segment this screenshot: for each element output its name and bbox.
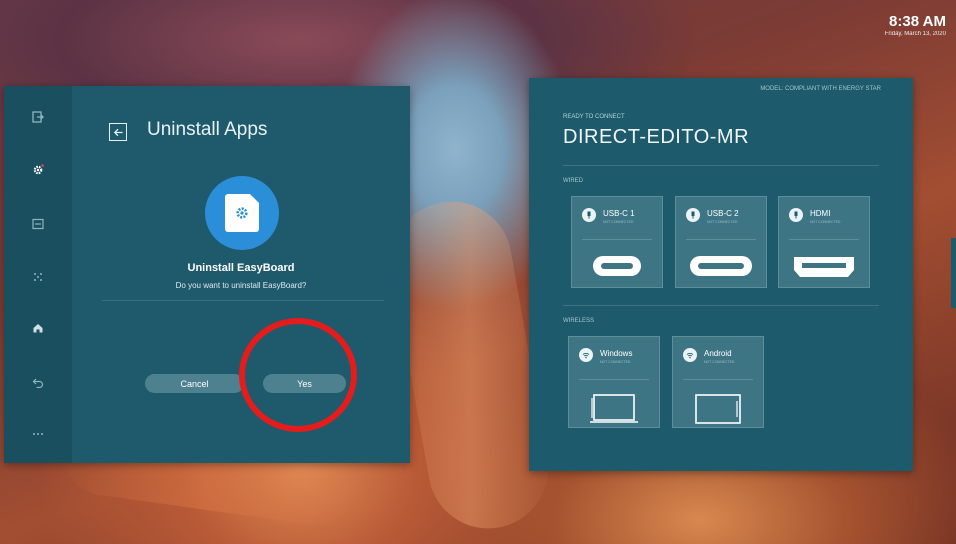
more-icon[interactable] [24, 420, 52, 448]
network-icon[interactable] [24, 263, 52, 291]
tablet-icon [695, 394, 741, 424]
card-name: USB-C 1 [603, 209, 635, 218]
clock-date: Friday, March 13, 2020 [884, 31, 946, 37]
dialog-message: Do you want to uninstall EasyBoard? [175, 281, 307, 290]
hdmi-port-icon [794, 257, 854, 277]
usb-icon [582, 208, 596, 222]
divider [563, 305, 879, 306]
settings-rail [4, 86, 72, 463]
divider [102, 300, 384, 301]
card-name: Android [704, 349, 732, 358]
gear-icon [236, 207, 248, 219]
hdmi-icon [789, 208, 803, 222]
card-status: NOT CONNECTED [810, 220, 841, 224]
back-button[interactable] [109, 123, 127, 141]
return-icon[interactable] [24, 368, 52, 396]
source-card-windows[interactable]: Windows NOT CONNECTED [568, 336, 660, 428]
document-icon [225, 194, 259, 232]
card-divider [579, 379, 649, 380]
wifi-icon [683, 348, 697, 362]
card-name: HDMI [810, 209, 831, 218]
highlight-circle [239, 318, 357, 432]
page-title: Uninstall Apps [147, 119, 268, 140]
side-panel-tab[interactable] [951, 238, 956, 308]
cancel-button[interactable]: Cancel [145, 374, 244, 393]
source-card-usbc1[interactable]: USB-C 1 NOT CONNECTED [571, 196, 663, 288]
exit-icon[interactable] [24, 103, 52, 131]
card-name: USB-C 2 [707, 209, 739, 218]
card-divider [686, 239, 756, 240]
connect-panel: MODEL: COMPLIANT WITH ENERGY STAR READY … [529, 78, 913, 471]
usb-c-port-icon [690, 256, 752, 276]
wireless-label: WIRELESS [563, 318, 595, 324]
wired-label: WIRED [563, 178, 583, 184]
card-status: NOT CONNECTED [600, 360, 631, 364]
card-divider [582, 239, 652, 240]
source-card-hdmi[interactable]: HDMI NOT CONNECTED [778, 196, 870, 288]
settings-icon[interactable] [24, 156, 52, 184]
card-status: NOT CONNECTED [603, 220, 634, 224]
usb-c-port-icon [593, 256, 641, 276]
ready-label: READY TO CONNECT [563, 114, 625, 120]
home-icon[interactable] [24, 314, 52, 342]
easyboard-app-icon [205, 176, 279, 250]
card-divider [683, 379, 753, 380]
settings-panel: Uninstall Apps Uninstall EasyBoard Do yo… [4, 86, 410, 463]
usb-icon [686, 208, 700, 222]
source-card-usbc2[interactable]: USB-C 2 NOT CONNECTED [675, 196, 767, 288]
clock-time: 8:38 AM [889, 13, 946, 30]
dialog-title: Uninstall EasyBoard [187, 262, 295, 274]
divider [563, 165, 879, 166]
model-note: MODEL: COMPLIANT WITH ENERGY STAR [760, 86, 881, 92]
source-card-android[interactable]: Android NOT CONNECTED [672, 336, 764, 428]
wifi-icon [579, 348, 593, 362]
arrow-left-icon [113, 128, 122, 136]
card-status: NOT CONNECTED [707, 220, 738, 224]
card-name: Windows [600, 349, 633, 358]
display-icon[interactable] [24, 210, 52, 238]
clock: 8:38 AM Friday, March 13, 2020 [885, 14, 946, 39]
uninstall-dialog: Uninstall Apps Uninstall EasyBoard Do yo… [72, 86, 410, 463]
card-divider [789, 239, 859, 240]
device-name: DIRECT-EDITO-MR [563, 126, 750, 148]
laptop-icon [590, 394, 638, 423]
card-status: NOT CONNECTED [704, 360, 735, 364]
